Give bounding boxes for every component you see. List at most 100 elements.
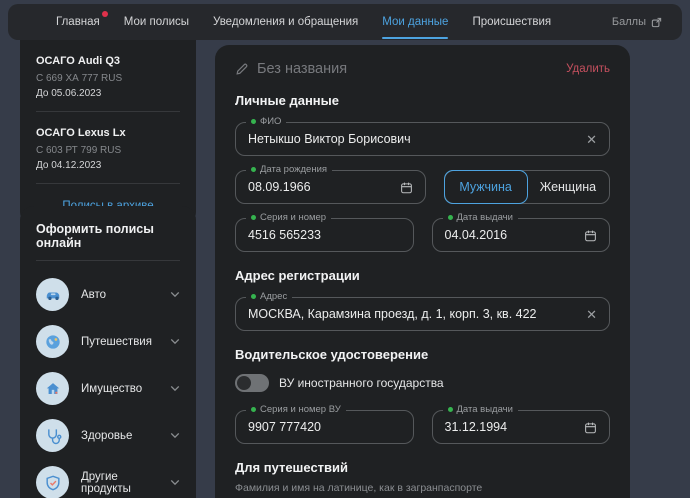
profile-form-card: Без названия Удалить Личные данные ФИО Н… [215, 45, 630, 498]
address-section-heading: Адрес регистрации [235, 268, 610, 283]
address-value[interactable]: МОСКВА, Карамзина проезд, д. 1, корп. 3,… [248, 307, 578, 321]
policy-plate: С 603 РТ 799 RUS [36, 145, 180, 156]
license-number-label: Серия и номер ВУ [246, 404, 346, 415]
passport-issue-date-label: Дата выдачи [443, 212, 518, 223]
nav-item-incidents[interactable]: Происшествия [472, 16, 551, 28]
filled-dot-icon [251, 215, 256, 220]
license-issue-date-value[interactable]: 31.12.1994 [445, 420, 577, 434]
passport-number-field[interactable]: Серия и номер 4516 565233 [235, 218, 414, 252]
policy-title: ОСАГО Audi Q3 [36, 55, 180, 67]
clear-icon[interactable]: ✕ [586, 133, 597, 146]
chevron-down-icon [170, 291, 180, 298]
profile-name-field[interactable]: Без названия [235, 61, 347, 77]
globe-icon [36, 325, 69, 358]
personal-section-heading: Личные данные [235, 93, 610, 108]
address-label-text: Адрес [260, 291, 287, 302]
calendar-icon[interactable] [584, 229, 597, 242]
divider [36, 183, 180, 184]
filled-dot-icon [448, 407, 453, 412]
passport-number-value[interactable]: 4516 565233 [248, 228, 401, 242]
gender-segmented-control: Мужчина Женщина [444, 170, 611, 204]
fio-label: ФИО [246, 116, 286, 127]
divider [36, 111, 180, 112]
license-issue-date-label: Дата выдачи [443, 404, 518, 415]
products-card-title: Оформить полисы онлайн [36, 222, 180, 250]
product-label: Путешествия [81, 336, 158, 348]
policy-item-lexus[interactable]: ОСАГО Lexus Lx С 603 РТ 799 RUS До 04.12… [36, 122, 180, 173]
filled-dot-icon [251, 407, 256, 412]
points-link[interactable]: Баллы [612, 16, 662, 28]
passport-issue-date-label-text: Дата выдачи [457, 212, 513, 223]
policy-until: До 04.12.2023 [36, 160, 180, 171]
license-number-field[interactable]: Серия и номер ВУ 9907 777420 [235, 410, 414, 444]
toggle-switch[interactable] [235, 374, 269, 392]
nav-item-policies-label: Мои полисы [124, 16, 189, 28]
calendar-icon[interactable] [400, 181, 413, 194]
fio-field[interactable]: ФИО Нетыкшо Виктор Борисович ✕ [235, 122, 610, 156]
gender-option-male[interactable]: Мужчина [444, 170, 528, 204]
product-label: Имущество [81, 383, 158, 395]
top-nav: Главная Мои полисы Уведомления и обращен… [8, 4, 682, 40]
nav-item-my-data-label: Мои данные [382, 16, 448, 28]
passport-number-label: Серия и номер [246, 212, 331, 223]
address-field[interactable]: Адрес МОСКВА, Карамзина проезд, д. 1, ко… [235, 297, 610, 331]
birth-date-value[interactable]: 08.09.1966 [248, 180, 392, 194]
product-item-travel[interactable]: Путешествия [36, 318, 180, 365]
license-issue-date-label-text: Дата выдачи [457, 404, 513, 415]
product-label: Другие продукты [81, 471, 158, 495]
nav-item-home-label: Главная [56, 16, 100, 28]
travel-section-heading: Для путешествий [235, 460, 610, 475]
clear-icon[interactable]: ✕ [586, 308, 597, 321]
nav-item-home[interactable]: Главная [56, 16, 100, 28]
policies-card: ОСАГО Audi Q3 С 669 ХА 777 RUS До 05.06.… [20, 40, 196, 226]
policy-plate: С 669 ХА 777 RUS [36, 73, 180, 84]
foreign-license-toggle-label: ВУ иностранного государства [279, 376, 444, 390]
birth-date-label: Дата рождения [246, 164, 332, 175]
address-label: Адрес [246, 291, 292, 302]
fio-value[interactable]: Нетыкшо Виктор Борисович [248, 132, 578, 146]
policy-item-audi[interactable]: ОСАГО Audi Q3 С 669 ХА 777 RUS До 05.06.… [36, 50, 180, 101]
chevron-down-icon [170, 432, 180, 439]
external-link-icon [651, 17, 662, 28]
foreign-license-toggle-row: ВУ иностранного государства [235, 374, 610, 392]
product-item-health[interactable]: Здоровье [36, 412, 180, 459]
birth-date-label-text: Дата рождения [260, 164, 327, 175]
product-item-auto[interactable]: Авто [36, 271, 180, 318]
toggle-knob [237, 376, 251, 390]
fio-label-text: ФИО [260, 116, 281, 127]
delete-button[interactable]: Удалить [566, 63, 610, 75]
license-issue-date-field[interactable]: Дата выдачи 31.12.1994 [432, 410, 611, 444]
nav-item-notifications[interactable]: Уведомления и обращения [213, 16, 358, 28]
chevron-down-icon [170, 479, 180, 486]
chevron-down-icon [170, 338, 180, 345]
nav-item-my-data[interactable]: Мои данные [382, 16, 448, 28]
filled-dot-icon [448, 215, 453, 220]
stethoscope-icon [36, 419, 69, 452]
product-item-property[interactable]: Имущество [36, 365, 180, 412]
house-icon [36, 372, 69, 405]
product-label: Авто [81, 289, 158, 301]
shield-icon [36, 466, 69, 498]
birth-date-field[interactable]: Дата рождения 08.09.1966 [235, 170, 426, 204]
license-number-value[interactable]: 9907 777420 [248, 420, 401, 434]
products-card: Оформить полисы онлайн Авто Путешествия … [20, 206, 196, 498]
filled-dot-icon [251, 167, 256, 172]
license-section-heading: Водительское удостоверение [235, 347, 610, 362]
travel-section-subtitle: Фамилия и имя на латинице, как в загранп… [235, 482, 610, 494]
policy-until: До 05.06.2023 [36, 88, 180, 99]
passport-issue-date-value[interactable]: 04.04.2016 [445, 228, 577, 242]
filled-dot-icon [251, 119, 256, 124]
product-item-other[interactable]: Другие продукты [36, 459, 180, 498]
passport-number-label-text: Серия и номер [260, 212, 326, 223]
policy-title: ОСАГО Lexus Lx [36, 127, 180, 139]
calendar-icon[interactable] [584, 421, 597, 434]
nav-item-notifications-label: Уведомления и обращения [213, 16, 358, 28]
profile-name-placeholder: Без названия [257, 61, 347, 77]
license-number-label-text: Серия и номер ВУ [260, 404, 341, 415]
car-icon [36, 278, 69, 311]
pencil-icon [235, 62, 249, 76]
nav-item-policies[interactable]: Мои полисы [124, 16, 189, 28]
gender-option-female[interactable]: Женщина [527, 171, 609, 203]
passport-issue-date-field[interactable]: Дата выдачи 04.04.2016 [432, 218, 611, 252]
points-label: Баллы [612, 16, 646, 28]
